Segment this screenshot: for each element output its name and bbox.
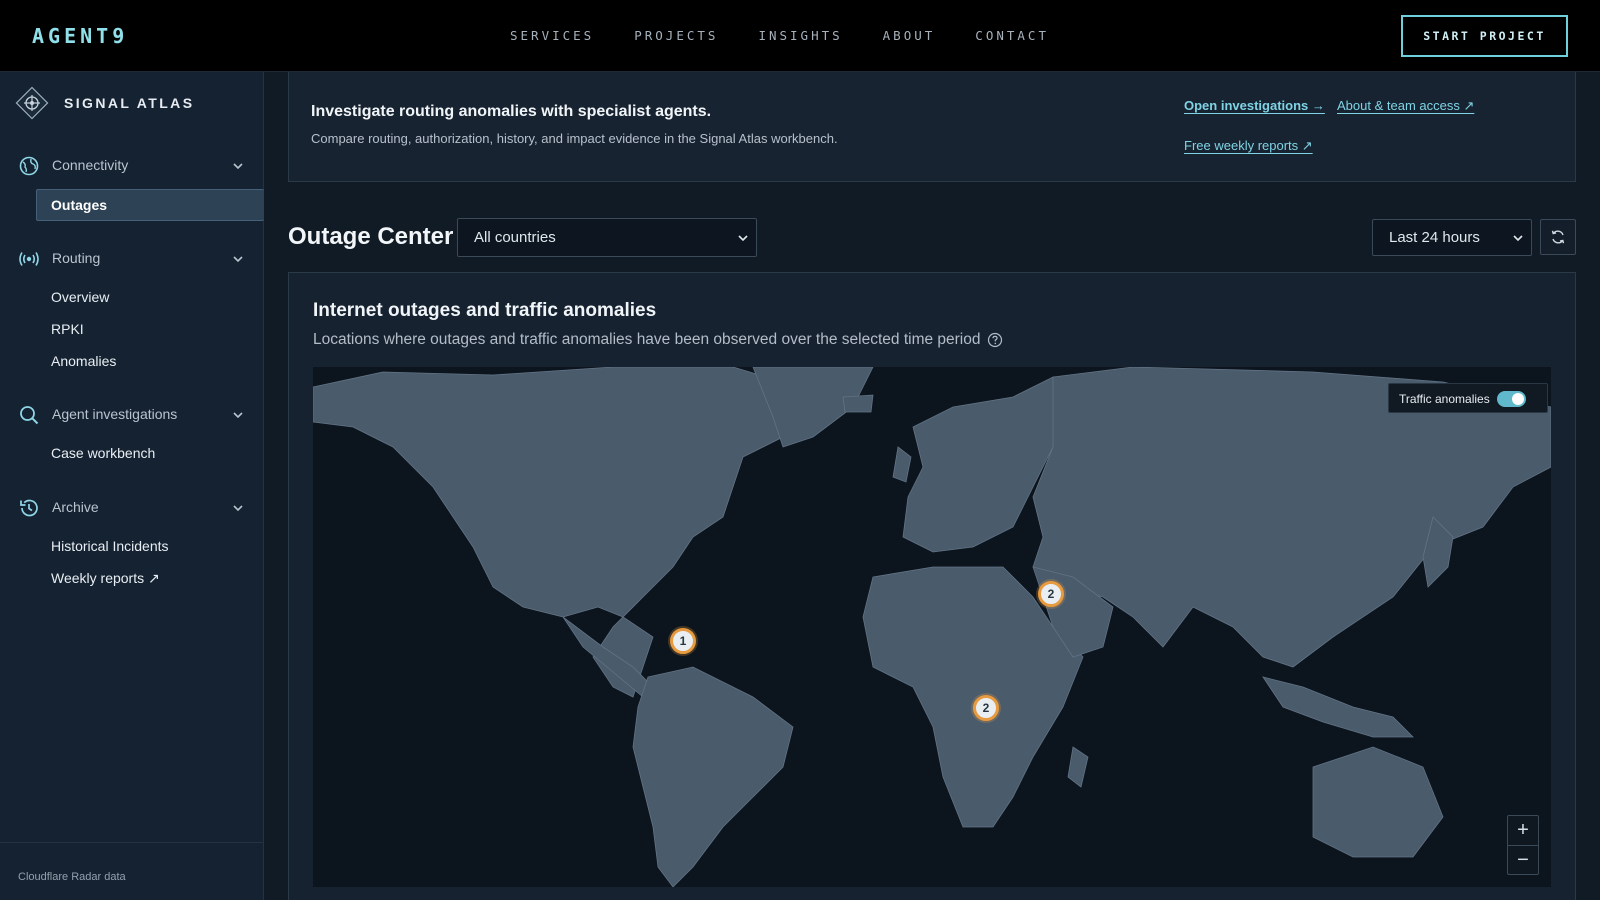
chevron-down-icon [1513, 235, 1523, 242]
traffic-anomalies-toggle[interactable] [1497, 391, 1526, 407]
sidebar-brand-name: SIGNAL ATLAS [64, 95, 195, 111]
time-range-value: Last 24 hours [1389, 229, 1480, 246]
uk-landmass [892, 446, 912, 483]
sidebar-brand[interactable]: SIGNAL ATLAS [14, 85, 194, 121]
sidebar-item-overview[interactable]: Overview [51, 289, 109, 305]
outage-marker-central-africa[interactable]: 2 [973, 695, 999, 721]
top-navigation: AGENT9 SERVICES PROJECTS INSIGHTS ABOUT … [0, 0, 1600, 72]
sidebar-item-rpki[interactable]: RPKI [51, 321, 84, 337]
free-weekly-reports-link[interactable]: Free weekly reports ↗ [1184, 138, 1313, 154]
sidebar-divider [0, 842, 264, 843]
about-team-access-link[interactable]: About & team access ↗ [1337, 98, 1474, 114]
nav-link-insights[interactable]: INSIGHTS [758, 28, 842, 43]
map-zoom-controls: + − [1507, 815, 1539, 875]
zoom-out-button[interactable]: − [1508, 846, 1538, 875]
sidebar-section-agent-investigations[interactable]: Agent investigations [0, 403, 264, 427]
sidebar-item-historical-incidents[interactable]: Historical Incidents [51, 538, 169, 554]
info-banner: Investigate routing anomalies with speci… [288, 72, 1576, 182]
zoom-in-button[interactable]: + [1508, 816, 1538, 845]
sidebar-section-label: Agent investigations [52, 406, 178, 422]
sidebar-section-connectivity[interactable]: Connectivity [0, 154, 264, 178]
chevron-down-icon [233, 505, 243, 512]
search-icon [20, 406, 39, 425]
help-icon[interactable] [987, 332, 1003, 348]
outage-marker-caribbean[interactable]: 1 [670, 628, 696, 654]
southeast-asia-islands-landmass [1262, 676, 1414, 738]
sidebar-section-label: Connectivity [52, 157, 129, 173]
nav-link-contact[interactable]: CONTACT [975, 28, 1049, 43]
chevron-down-icon [233, 412, 243, 419]
nav-links: SERVICES PROJECTS INSIGHTS ABOUT CONTACT [510, 28, 1089, 43]
australia-landmass [1312, 746, 1444, 858]
time-range-select[interactable]: Last 24 hours [1372, 219, 1532, 256]
refresh-button[interactable] [1540, 219, 1576, 255]
nav-link-services[interactable]: SERVICES [510, 28, 594, 43]
data-source-credit: Cloudflare Radar data [18, 871, 126, 883]
page-title: Outage Center [288, 223, 454, 250]
sidebar-item-case-workbench[interactable]: Case workbench [51, 445, 155, 461]
nav-link-about[interactable]: ABOUT [883, 28, 936, 43]
outage-marker-middle-east[interactable]: 2 [1038, 581, 1064, 607]
south-america-landmass [632, 666, 794, 887]
chevron-down-icon [233, 256, 243, 263]
sidebar-section-routing[interactable]: Routing [0, 247, 264, 271]
sidebar: SIGNAL ATLAS Connectivity Outages Routin… [0, 72, 264, 900]
brand-logo[interactable]: AGENT9 [32, 24, 128, 48]
globe-icon [19, 156, 39, 176]
iceland-landmass [842, 394, 874, 413]
banner-title: Investigate routing anomalies with speci… [311, 103, 712, 120]
start-project-button[interactable]: START PROJECT [1401, 15, 1568, 57]
history-icon [20, 499, 38, 517]
map-card-subtitle: Locations where outages and traffic anom… [313, 331, 981, 348]
chevron-down-icon [738, 235, 748, 242]
sidebar-section-archive[interactable]: Archive [0, 496, 264, 520]
open-investigations-link[interactable]: Open investigations → [1184, 98, 1325, 113]
sidebar-item-anomalies[interactable]: Anomalies [51, 353, 116, 369]
sidebar-item-label: Outages [51, 197, 108, 213]
madagascar-landmass [1067, 746, 1089, 788]
toggle-knob [1512, 393, 1524, 405]
country-select[interactable]: All countries [457, 218, 757, 257]
sidebar-item-weekly-reports[interactable]: Weekly reports ↗ [51, 570, 160, 587]
world-map-graphic [313, 367, 1551, 887]
chevron-down-icon [233, 163, 243, 170]
nav-link-projects[interactable]: PROJECTS [634, 28, 718, 43]
country-select-value: All countries [474, 229, 556, 246]
sidebar-item-outages[interactable]: Outages [36, 189, 264, 221]
north-america-landmass [313, 367, 834, 698]
traffic-anomalies-label: Traffic anomalies [1399, 392, 1490, 406]
sidebar-section-label: Archive [52, 499, 99, 515]
sidebar-section-label: Routing [52, 250, 101, 266]
map-card-title: Internet outages and traffic anomalies [313, 300, 657, 321]
world-map[interactable] [313, 367, 1551, 887]
broadcast-icon [19, 252, 39, 266]
refresh-icon [1551, 230, 1565, 244]
map-card-subtitle-row: Locations where outages and traffic anom… [313, 331, 1003, 349]
signal-atlas-logo-icon [15, 86, 49, 120]
banner-text: Compare routing, authorization, history,… [311, 131, 838, 146]
traffic-anomalies-toggle-box: Traffic anomalies [1388, 383, 1548, 413]
